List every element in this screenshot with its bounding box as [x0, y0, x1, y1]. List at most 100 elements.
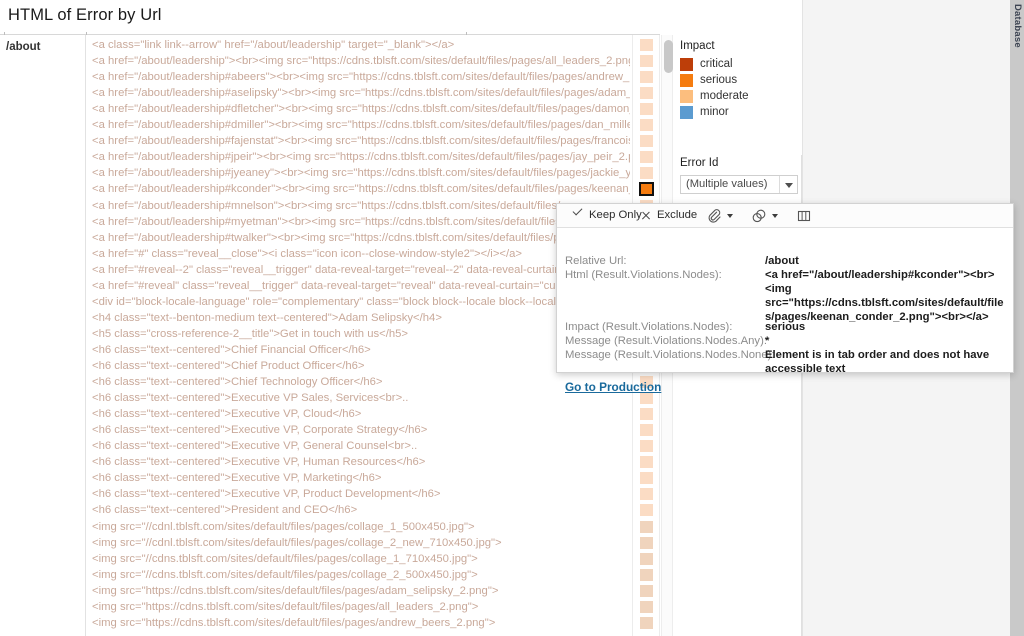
exclude-button[interactable]: Exclude [641, 204, 697, 227]
row-header-label: /about [6, 41, 41, 53]
tooltip-field-label: Html (Result.Violations.Nodes): [565, 269, 722, 281]
mark-square[interactable] [640, 584, 653, 597]
mark-square[interactable] [640, 568, 653, 581]
html-row-text[interactable]: <h6 class="text--centered">Executive VP,… [92, 422, 630, 438]
grid-table-icon[interactable] [797, 209, 811, 223]
mark-square[interactable] [640, 424, 653, 437]
legend-label: critical [700, 58, 733, 70]
tooltip-field-value: * [765, 335, 770, 347]
html-row-text[interactable]: <a href="/about/leadership#abeers"><br><… [92, 69, 630, 85]
html-row-text[interactable]: <a href="/about/leadership#dfletcher"><b… [92, 101, 630, 117]
html-row-text[interactable]: <a href="/about/leadership#myetman"><br>… [92, 214, 630, 230]
html-row-text[interactable]: <a href="#" class="reveal__close"><i cla… [92, 246, 630, 262]
legend-title: Impact [680, 40, 715, 52]
mark-square[interactable] [640, 600, 653, 613]
html-row-text[interactable]: <h6 class="text--centered">President and… [92, 502, 630, 518]
mark-square[interactable] [640, 616, 653, 629]
html-row-text[interactable]: <h6 class="text--centered">Executive VP,… [92, 438, 630, 454]
mark-square[interactable] [640, 103, 653, 116]
impact-legend: Impact critical serious moderate minor [674, 35, 802, 155]
html-row-text[interactable]: <h6 class="text--centered">Executive VP,… [92, 486, 630, 502]
keep-only-label: Keep Only [589, 209, 642, 221]
html-row-text[interactable]: <a href="/about/leadership#kconder"><br>… [92, 181, 630, 197]
html-row-text[interactable]: <h6 class="text--centered">Executive VP,… [92, 470, 630, 486]
html-row-text[interactable]: <a href="/about/leadership#twalker"><br>… [92, 230, 630, 246]
tooltip-toolbar: Keep Only Exclude [557, 204, 1013, 228]
row-header-column[interactable]: /about [0, 35, 86, 636]
html-row-text[interactable]: <img src="https://cdns.tblsft.com/sites/… [92, 599, 630, 615]
mark-square[interactable] [640, 456, 653, 469]
mark-square[interactable] [640, 119, 653, 132]
mark-square[interactable] [640, 151, 653, 164]
mark-square[interactable] [640, 536, 653, 549]
mark-square[interactable] [640, 167, 653, 180]
check-icon [572, 205, 583, 216]
html-row-text[interactable]: <a class="link link--arrow" href="/about… [92, 37, 630, 53]
html-row-text[interactable]: <img src="//cdnl.tblsft.com/sites/defaul… [92, 535, 630, 551]
html-row-text[interactable]: <a href="/about/leadership#mnelson"><br>… [92, 198, 630, 214]
filter-dropdown[interactable]: (Multiple values) [680, 175, 798, 194]
html-row-text[interactable]: <h5 class="cross-reference-2__title">Get… [92, 326, 630, 342]
mark-square[interactable] [640, 71, 653, 84]
html-row-text[interactable]: <h6 class="text--centered">Chief Product… [92, 358, 630, 374]
tooltip-field-value: serious [765, 321, 806, 333]
html-row-text[interactable]: <a href="/about/leadership"><br><img src… [92, 53, 630, 69]
mark-tooltip[interactable]: Keep Only Exclude Relative Url: /about H… [556, 203, 1014, 394]
exclude-label: Exclude [657, 209, 698, 221]
mark-square[interactable] [640, 55, 653, 68]
html-row-text[interactable]: <h6 class="text--centered">Chief Financi… [92, 342, 630, 358]
tableau-worksheet-view: HTML of Error by Url /about <a class="li… [0, 0, 1024, 636]
html-row-text[interactable]: <h6 class="text--centered">Chief Technol… [92, 374, 630, 390]
go-to-production-link[interactable]: Go to Production [565, 380, 661, 394]
html-row-text[interactable]: <h6 class="text--centered">Executive VP,… [92, 406, 630, 422]
chevron-down-icon[interactable] [727, 214, 733, 218]
page-title: HTML of Error by Url [8, 6, 162, 24]
mark-square[interactable] [640, 552, 653, 565]
filter-title: Error Id [680, 157, 719, 169]
mark-square[interactable] [640, 87, 653, 100]
rail-tab-label: Database [1012, 4, 1023, 48]
html-row-text[interactable]: <a href="#reveal" class="reveal__trigger… [92, 278, 630, 294]
html-row-text[interactable]: <a href="/about/leadership#jpeir"><br><i… [92, 149, 630, 165]
legend-label: serious [700, 74, 738, 86]
mark-square[interactable] [640, 39, 653, 51]
html-row-text[interactable]: <h4 class="text--benton-medium text--cen… [92, 310, 630, 326]
tooltip-field-label: Message (Result.Violations.Nodes.Any): [565, 335, 767, 347]
mark-square[interactable] [640, 504, 653, 517]
html-row-text[interactable]: <img src="https://cdns.tblsft.com/sites/… [92, 583, 630, 599]
legend-swatch-serious [680, 74, 693, 87]
close-icon [641, 211, 650, 220]
legend-swatch-critical [680, 58, 693, 71]
legend-label: minor [700, 106, 729, 118]
vertical-scrollbar-thumb[interactable] [664, 40, 673, 73]
link-rings-icon[interactable] [752, 209, 766, 223]
html-row-text[interactable]: <a href="#reveal--2" class="reveal__trig… [92, 262, 630, 278]
mark-square[interactable] [640, 135, 653, 148]
html-row-text[interactable]: <a href="/about/leadership#aselipsky"><b… [92, 85, 630, 101]
mark-square[interactable] [640, 488, 653, 501]
html-row-text[interactable]: <img src="//cdnl.tblsft.com/sites/defaul… [92, 519, 630, 535]
html-text-pane[interactable]: <a class="link link--arrow" href="/about… [86, 35, 632, 636]
mark-square[interactable] [640, 408, 653, 421]
mark-square[interactable] [640, 520, 653, 533]
tooltip-field-label: Relative Url: [565, 255, 627, 267]
html-row-text[interactable]: <div id="block-locale-language" role="co… [92, 294, 630, 310]
keep-only-button[interactable]: Keep Only [565, 204, 642, 227]
mark-square[interactable] [640, 440, 653, 453]
html-row-text[interactable]: <img src="//cdns.tblsft.com/sites/defaul… [92, 551, 630, 567]
chevron-down-icon[interactable] [772, 214, 778, 218]
html-row-text[interactable]: <h6 class="text--centered">Executive VP … [92, 390, 630, 406]
html-row-text[interactable]: <img src="https://cdns.tblsft.com/sites/… [92, 615, 630, 631]
paperclip-icon[interactable] [707, 209, 721, 223]
mark-square[interactable] [640, 472, 653, 485]
html-row-text[interactable]: <a href="/about/leadership#jyeaney"><br>… [92, 165, 630, 181]
tooltip-field-label: Message (Result.Violations.Nodes.None): [565, 349, 775, 361]
mark-square-selected[interactable] [639, 182, 654, 197]
filter-selected-value: (Multiple values) [686, 178, 768, 190]
html-row-text[interactable]: <a href="/about/leadership#fajenstat"><b… [92, 133, 630, 149]
legend-swatch-minor [680, 106, 693, 119]
html-row-text[interactable]: <img src="//cdns.tblsft.com/sites/defaul… [92, 567, 630, 583]
html-row-text[interactable]: <a href="/about/leadership#dmiller"><br>… [92, 117, 630, 133]
html-row-text[interactable]: <h6 class="text--centered">Executive VP,… [92, 454, 630, 470]
filter-dropdown-button[interactable] [779, 176, 797, 193]
